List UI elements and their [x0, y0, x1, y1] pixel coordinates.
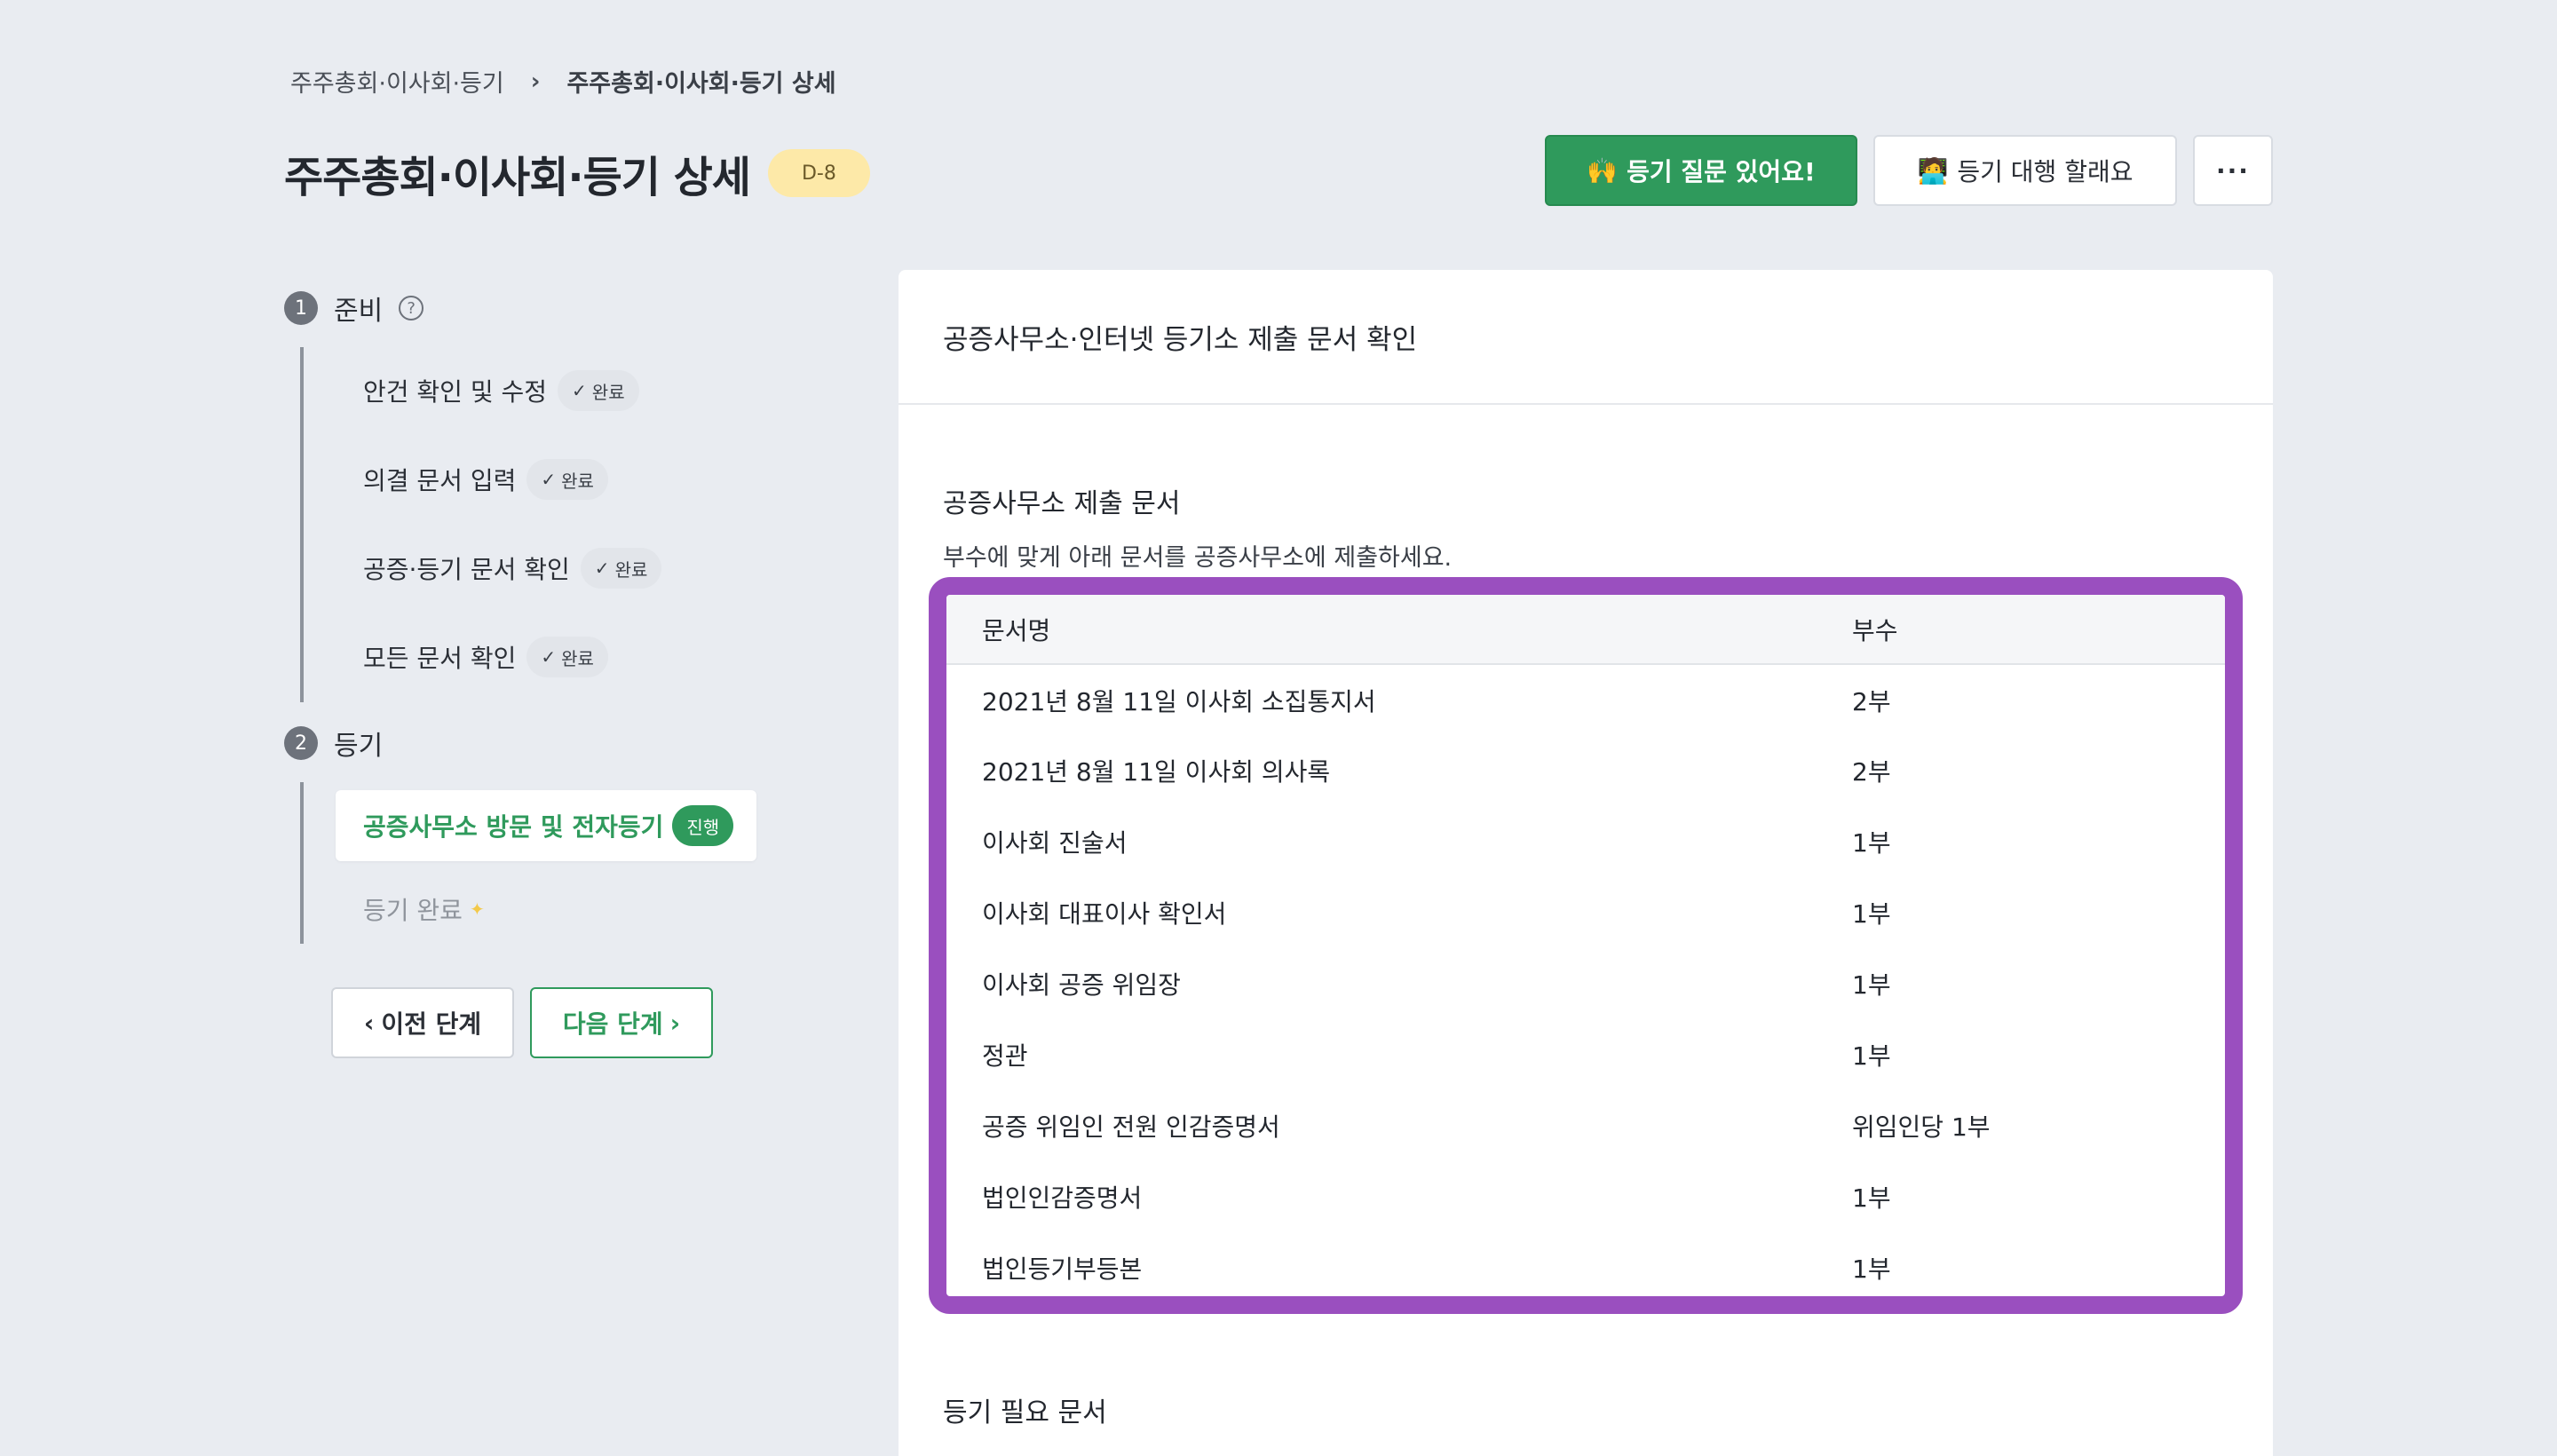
raised-hands-icon: 🙌 [1587, 155, 1619, 186]
document-copies: 위임인당 1부 [1852, 1112, 1991, 1142]
check-icon: ✓ [594, 558, 610, 579]
done-badge-label: 완료 [614, 558, 648, 581]
document-name: 2021년 8월 11일 이사회 의사록 [982, 757, 1331, 787]
breadcrumb: 주주총회·이사회·등기 › 주주총회·이사회·등기 상세 [290, 64, 836, 99]
page-title: 주주총회·이사회·등기 상세 [284, 153, 751, 202]
technologist-icon: 🧑‍💻 [1917, 155, 1949, 186]
table-row: 정관 1부 [946, 1019, 2225, 1090]
document-name: 법인인감증명서 [982, 1183, 1143, 1213]
step-item-label: 안건 확인 및 수정 [363, 377, 548, 407]
notary-documents-table: 문서명 부수 2021년 8월 11일 이사회 소집통지서 2부 2021년 8… [946, 595, 2225, 1296]
previous-step-button[interactable]: ‹ 이전 단계 [331, 987, 514, 1058]
table-row: 2021년 8월 11일 이사회 의사록 2부 [946, 735, 2225, 806]
step-item-notary-check[interactable]: 공증·등기 문서 확인 ✓ 완료 [363, 548, 662, 589]
dday-badge: D-8 [767, 149, 870, 197]
next-step-button[interactable]: 다음 단계 › [530, 987, 713, 1058]
step-1-line [300, 347, 304, 702]
step-item-label: 공증사무소 방문 및 전자등기 [363, 812, 664, 842]
document-copies: 2부 [1852, 686, 1891, 716]
step-item-label: 등기 완료 [363, 896, 463, 925]
table-header-row: 문서명 부수 [946, 595, 2225, 665]
step-item-label: 모든 문서 확인 [363, 644, 517, 673]
step-item-label: 공증·등기 문서 확인 [363, 555, 570, 584]
step-item-notary-visit[interactable]: 공증사무소 방문 및 전자등기 진행 [336, 790, 756, 861]
chevron-right-icon: › [530, 67, 541, 95]
document-copies: 1부 [1852, 1041, 1891, 1071]
step-item-all-docs[interactable]: 모든 문서 확인 ✓ 완료 [363, 637, 608, 677]
more-options-button[interactable]: ··· [2193, 135, 2273, 206]
next-step-label: 다음 단계 [562, 1009, 663, 1039]
header-actions: 🙌 등기 질문 있어요! 🧑‍💻 등기 대행 할래요 ··· [1545, 135, 2273, 206]
document-copies: 1부 [1852, 899, 1891, 929]
breadcrumb-current: 주주총회·이사회·등기 상세 [566, 70, 836, 98]
done-badge-label: 완료 [561, 470, 594, 492]
document-copies: 1부 [1852, 1254, 1891, 1284]
ask-question-button[interactable]: 🙌 등기 질문 있어요! [1545, 135, 1857, 206]
help-icon[interactable]: ? [399, 296, 424, 320]
sparkle-icon: ✦ [469, 898, 485, 920]
step-item-label: 의결 문서 입력 [363, 466, 517, 495]
table-row: 2021년 8월 11일 이사회 소집통지서 2부 [946, 664, 2225, 735]
table-row: 법인등기부등본 1부 [946, 1232, 2225, 1296]
ask-question-label: 등기 질문 있어요! [1627, 157, 1816, 186]
check-icon: ✓ [541, 646, 557, 668]
check-icon: ✓ [541, 469, 557, 490]
delegate-registration-label: 등기 대행 할래요 [1957, 157, 2133, 186]
step-2-label: 등기 [334, 731, 384, 762]
document-copies: 2부 [1852, 757, 1891, 787]
step-item-agenda[interactable]: 안건 확인 및 수정 ✓ 완료 [363, 370, 639, 411]
column-header-document: 문서명 [946, 595, 1852, 665]
title-row: 주주총회·이사회·등기 상세 D-8 [284, 142, 870, 204]
column-header-copies: 부수 [1852, 595, 2225, 665]
document-name: 공증 위임인 전원 인감증명서 [982, 1112, 1280, 1142]
check-icon: ✓ [572, 380, 587, 401]
documents-panel: 공증사무소·인터넷 등기소 제출 문서 확인 공증사무소 제출 문서 부수에 맞… [899, 270, 2273, 1456]
table-row: 법인인감증명서 1부 [946, 1161, 2225, 1232]
document-name: 이사회 진술서 [982, 828, 1128, 858]
chevron-left-icon: ‹ [363, 1008, 375, 1038]
done-badge: ✓ 완료 [580, 548, 662, 589]
step-navigation: ‹ 이전 단계 다음 단계 › [331, 987, 713, 1058]
document-copies: 1부 [1852, 970, 1891, 1000]
done-badge-label: 완료 [561, 647, 594, 669]
document-copies: 1부 [1852, 828, 1891, 858]
document-name: 2021년 8월 11일 이사회 소집통지서 [982, 686, 1376, 716]
table-row: 이사회 대표이사 확인서 1부 [946, 877, 2225, 948]
delegate-registration-button[interactable]: 🧑‍💻 등기 대행 할래요 [1873, 135, 2177, 206]
document-name: 이사회 공증 위임장 [982, 970, 1181, 1000]
registry-section-title: 등기 필요 문서 [943, 1397, 1107, 1428]
document-copies: 1부 [1852, 1183, 1891, 1213]
chevron-right-icon: › [669, 1008, 681, 1038]
table-row: 이사회 공증 위임장 1부 [946, 948, 2225, 1019]
table-row: 이사회 진술서 1부 [946, 806, 2225, 877]
step-item-registration-complete[interactable]: 등기 완료 ✦ [363, 891, 485, 927]
table-row: 공증 위임인 전원 인감증명서 위임인당 1부 [946, 1090, 2225, 1161]
done-badge: ✓ 완료 [526, 637, 608, 677]
done-badge: ✓ 완료 [558, 370, 639, 411]
notary-documents-highlight: 문서명 부수 2021년 8월 11일 이사회 소집통지서 2부 2021년 8… [929, 577, 2243, 1314]
done-badge: ✓ 완료 [526, 459, 608, 500]
step-2-line [300, 782, 304, 944]
step-2-header: 2 등기 [284, 724, 383, 763]
in-progress-badge: 진행 [672, 805, 734, 846]
step-2-number: 2 [284, 726, 318, 760]
step-item-resolution[interactable]: 의결 문서 입력 ✓ 완료 [363, 459, 608, 500]
document-name: 법인등기부등본 [982, 1254, 1143, 1284]
document-name: 정관 [982, 1041, 1028, 1071]
done-badge-label: 완료 [591, 381, 625, 403]
document-name: 이사회 대표이사 확인서 [982, 899, 1227, 929]
ellipsis-icon: ··· [2216, 155, 2250, 186]
previous-step-label: 이전 단계 [381, 1009, 482, 1039]
notary-section-description: 부수에 맞게 아래 문서를 공증사무소에 제출하세요. [943, 544, 1453, 572]
breadcrumb-parent-link[interactable]: 주주총회·이사회·등기 [290, 64, 504, 99]
step-1-number: 1 [284, 291, 318, 325]
step-1-label: 준비 [334, 296, 384, 327]
step-1-header: 1 준비 ? [284, 289, 424, 328]
panel-header: 공증사무소·인터넷 등기소 제출 문서 확인 [899, 270, 2273, 405]
notary-section-title: 공증사무소 제출 문서 [943, 488, 1181, 519]
